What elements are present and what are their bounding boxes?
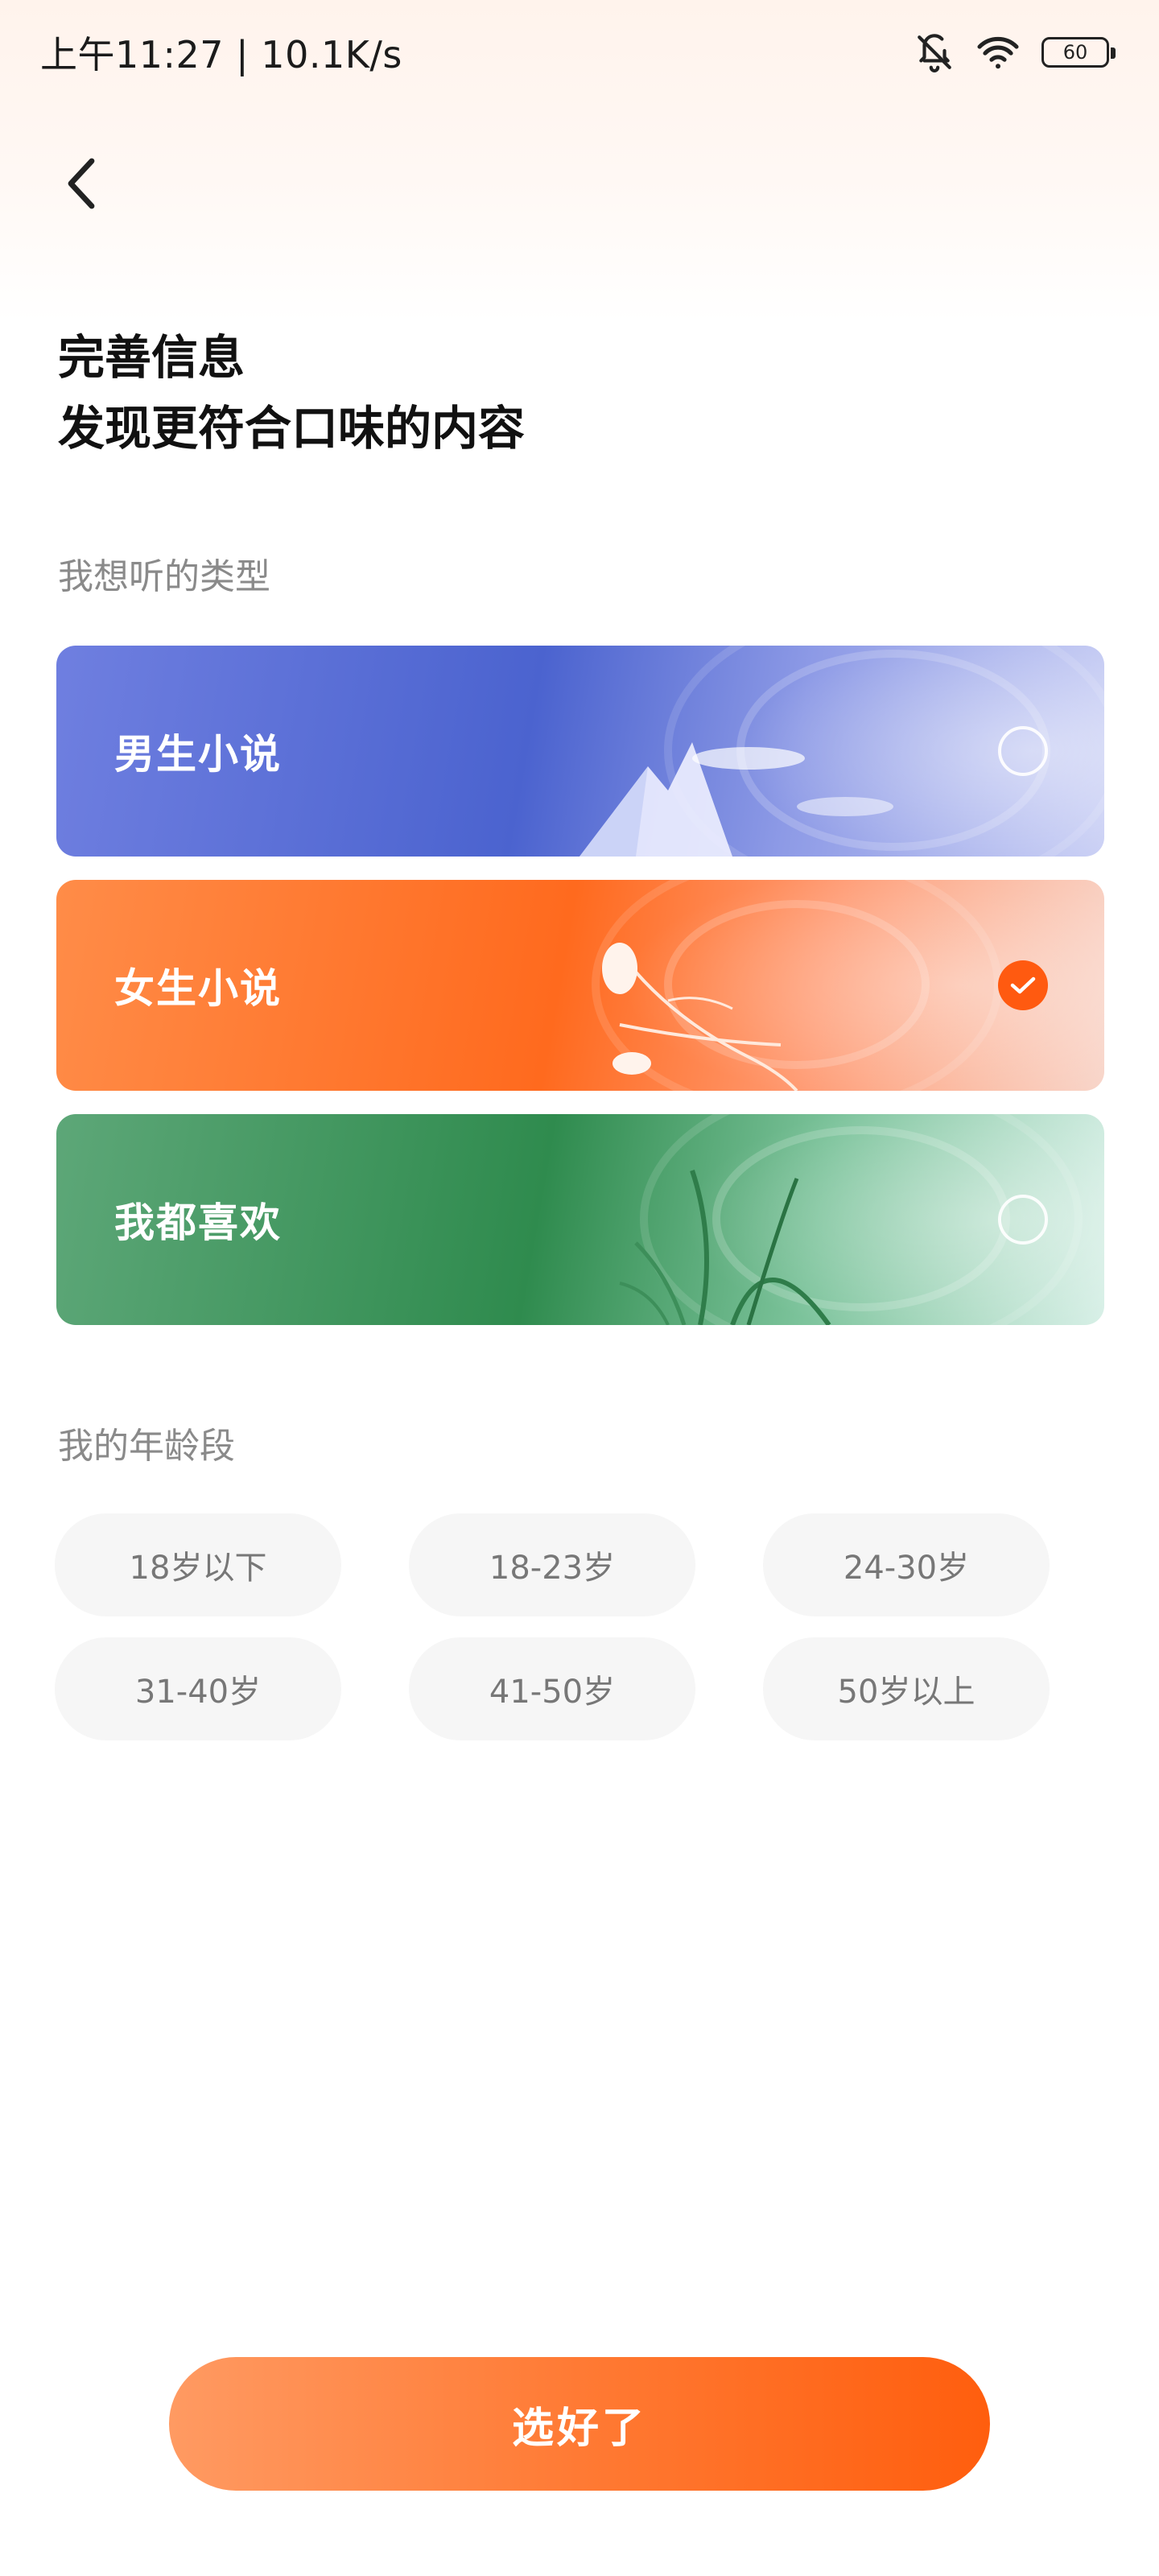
age-option-24-30[interactable]: 24-30岁 [763,1513,1050,1616]
radio-checked-icon[interactable] [998,960,1048,1010]
confirm-button[interactable]: 选好了 [169,2357,990,2491]
age-option-18-23[interactable]: 18-23岁 [409,1513,695,1616]
chevron-left-icon [63,155,101,216]
age-section-label: 我的年龄段 [58,1426,235,1467]
radio-unchecked-icon[interactable] [998,726,1048,776]
page-title-line1: 完善信息 [58,330,245,385]
page-title-line2: 发现更符合口味的内容 [58,401,526,456]
battery-level: 60 [1062,41,1088,64]
age-option-under-18[interactable]: 18岁以下 [55,1513,341,1616]
age-option-41-50[interactable]: 41-50岁 [409,1637,695,1740]
genre-option-male-novel[interactable]: 男生小说 [56,646,1104,857]
bell-muted-icon [914,32,955,72]
age-option-over-50[interactable]: 50岁以上 [763,1637,1050,1740]
back-button[interactable] [50,145,114,225]
status-bar: 上午11:27 | 10.1K/s 60 [0,0,1159,105]
status-icons: 60 [914,32,1116,72]
page-title: 完善信息 发现更符合口味的内容 [58,322,1024,464]
genre-option-both[interactable]: 我都喜欢 [56,1114,1104,1325]
status-time: 上午11:27 | 10.1K/s [40,33,402,76]
age-option-31-40[interactable]: 31-40岁 [55,1637,341,1740]
radio-unchecked-icon[interactable] [998,1195,1048,1245]
genre-option-label: 女生小说 [114,965,282,1012]
wifi-icon [975,34,1021,71]
genre-option-label: 我都喜欢 [114,1199,282,1246]
genre-option-label: 男生小说 [114,731,282,778]
genre-option-female-novel[interactable]: 女生小说 [56,880,1104,1091]
battery-icon: 60 [1041,37,1116,68]
genre-section-label: 我想听的类型 [58,556,270,597]
